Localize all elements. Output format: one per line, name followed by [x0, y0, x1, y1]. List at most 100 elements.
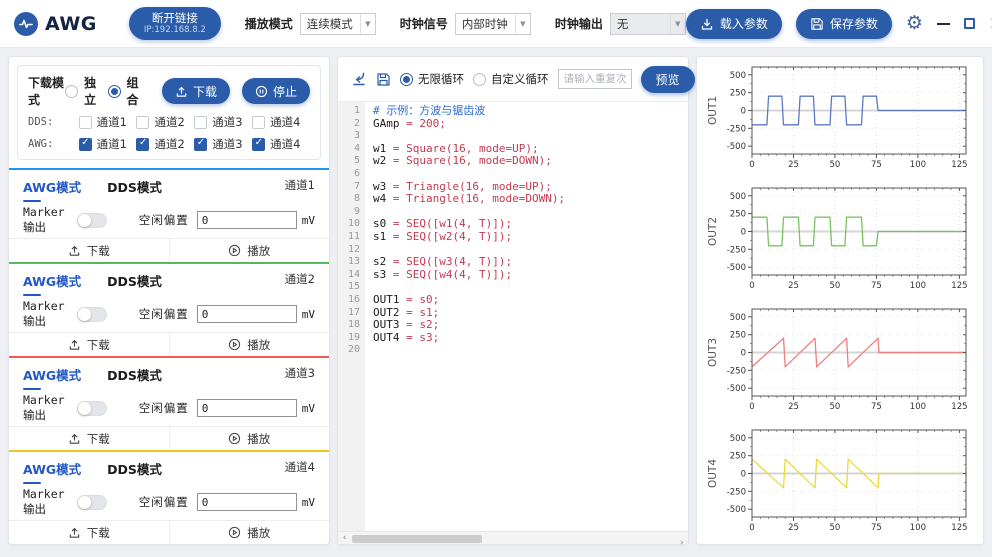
- waveform-plot: 0255075100125-500-2500250500OUT1: [705, 62, 973, 179]
- channel-download-button[interactable]: 下载: [9, 521, 170, 544]
- tab-awg-mode[interactable]: AWG模式: [23, 459, 81, 484]
- disconnect-button[interactable]: 断开链接 IP:192.168.8.2: [129, 7, 221, 41]
- clock-signal-label: 时钟信号: [400, 15, 448, 32]
- tab-dds-mode[interactable]: DDS模式: [107, 271, 162, 290]
- scroll-right-arrow[interactable]: ›: [672, 532, 688, 555]
- load-params-button[interactable]: 载入参数: [686, 9, 782, 39]
- channel-download-label: 下载: [87, 243, 110, 259]
- settings-gear-icon[interactable]: ⚙: [906, 14, 923, 33]
- channel-download-button[interactable]: 下载: [9, 239, 170, 262]
- save-icon: [376, 72, 391, 87]
- marker-output-label: Marker输出: [23, 205, 65, 235]
- channel-download-button[interactable]: 下载: [9, 427, 170, 450]
- dds-channel-4-checkbox[interactable]: 通道4: [252, 114, 310, 130]
- channel-play-button[interactable]: 播放: [170, 239, 330, 262]
- preview-button[interactable]: 预览: [641, 66, 695, 93]
- radio-dot: [65, 85, 78, 98]
- code-editor[interactable]: 1234567891011121314151617181920 # 示例：方波与…: [338, 102, 688, 531]
- scrollbar-thumb[interactable]: [352, 535, 482, 543]
- dds-channel-1-checkbox[interactable]: 通道1: [79, 114, 137, 130]
- tab-awg-mode[interactable]: AWG模式: [23, 271, 81, 296]
- svg-text:OUT2: OUT2: [707, 217, 719, 246]
- stop-button[interactable]: 停止: [242, 78, 310, 104]
- scroll-left-arrow[interactable]: ‹: [338, 532, 351, 545]
- svg-text:-500: -500: [727, 142, 746, 152]
- global-download-button[interactable]: 下载: [162, 78, 230, 104]
- svg-text:75: 75: [871, 402, 882, 412]
- radio-dot: [400, 73, 413, 86]
- channel-download-label: 下载: [87, 431, 110, 447]
- dds-channel-2-checkbox[interactable]: 通道2: [136, 114, 194, 130]
- unit-label: mV: [302, 496, 315, 509]
- unit-label: mV: [302, 214, 315, 227]
- marker-toggle[interactable]: [77, 495, 107, 510]
- marker-toggle[interactable]: [77, 307, 107, 322]
- clock-signal-select[interactable]: 内部时钟 ▼: [455, 13, 531, 35]
- checkbox-label: 通道2: [154, 136, 184, 152]
- channel-panel-3: AWG模式 DDS模式 通道3 Marker输出 空闲偏置 mV 下载 播放: [9, 356, 329, 450]
- custom-loop-label: 自定义循环: [491, 71, 549, 87]
- save-script-button[interactable]: [376, 72, 391, 87]
- awg-channel-2-checkbox[interactable]: 通道2: [136, 136, 194, 152]
- play-mode-label: 播放模式: [245, 15, 293, 32]
- upload-icon: [68, 432, 81, 445]
- repeat-count-input[interactable]: [558, 69, 632, 89]
- window-maximize-button[interactable]: [964, 18, 975, 29]
- tab-dds-mode[interactable]: DDS模式: [107, 177, 162, 196]
- radio-custom-loop[interactable]: 自定义循环: [473, 71, 549, 87]
- waveform-plot: 0255075100125-500-2500250500OUT2: [705, 183, 973, 300]
- radio-dot: [473, 73, 486, 86]
- dds-channel-3-checkbox[interactable]: 通道3: [194, 114, 252, 130]
- clock-output-select[interactable]: 无 ▼: [610, 13, 686, 35]
- channel-play-button[interactable]: 播放: [170, 333, 330, 356]
- app-logo: AWG: [14, 12, 97, 36]
- svg-text:250: 250: [730, 89, 746, 99]
- checkbox-icon: [136, 138, 149, 151]
- checkbox-label: 通道2: [154, 114, 184, 130]
- chevron-down-icon: ▼: [360, 14, 375, 34]
- editor-code[interactable]: # 示例：方波与锯齿波GAmp = 200; w1 = Square(16, m…: [365, 102, 688, 531]
- channel-download-button[interactable]: 下载: [9, 333, 170, 356]
- idle-offset-input[interactable]: [197, 493, 297, 511]
- checkbox-label: 通道1: [97, 136, 127, 152]
- marker-toggle[interactable]: [77, 401, 107, 416]
- channel-control-card: 下载模式 独立 组合 下载 停止 DDS:: [8, 56, 330, 545]
- import-script-button[interactable]: [351, 71, 367, 87]
- idle-offset-input[interactable]: [197, 211, 297, 229]
- channel-play-button[interactable]: 播放: [170, 521, 330, 544]
- play-mode-select[interactable]: 连续模式 ▼: [300, 13, 376, 35]
- svg-text:100: 100: [910, 281, 926, 291]
- svg-text:0: 0: [749, 402, 754, 412]
- svg-text:50: 50: [829, 281, 840, 291]
- awg-channel-1-checkbox[interactable]: 通道1: [79, 136, 137, 152]
- horizontal-scrollbar[interactable]: ‹ ›: [338, 531, 688, 544]
- stop-label: 停止: [273, 83, 297, 100]
- radio-combined[interactable]: 组合: [108, 74, 150, 108]
- awg-channel-4-checkbox[interactable]: 通道4: [252, 136, 310, 152]
- svg-text:0: 0: [741, 107, 746, 117]
- svg-text:-250: -250: [727, 245, 746, 255]
- tab-dds-mode[interactable]: DDS模式: [107, 365, 162, 384]
- radio-independent[interactable]: 独立: [65, 74, 107, 108]
- marker-output-label: Marker输出: [23, 487, 65, 517]
- tab-awg-mode[interactable]: AWG模式: [23, 177, 81, 202]
- awg-channel-3-checkbox[interactable]: 通道3: [194, 136, 252, 152]
- idle-offset-input[interactable]: [197, 305, 297, 323]
- checkbox-icon: [252, 138, 265, 151]
- script-editor-card: 无限循环 自定义循环 预览 12345678910111213141516171…: [337, 56, 689, 545]
- window-minimize-button[interactable]: [937, 23, 950, 25]
- checkbox-label: 通道4: [270, 136, 300, 152]
- svg-text:100: 100: [910, 160, 926, 170]
- idle-offset-input[interactable]: [197, 399, 297, 417]
- tab-awg-mode[interactable]: AWG模式: [23, 365, 81, 390]
- svg-text:250: 250: [730, 452, 746, 462]
- marker-toggle[interactable]: [77, 213, 107, 228]
- play-icon: [228, 338, 241, 351]
- channel-play-button[interactable]: 播放: [170, 427, 330, 450]
- channel-play-label: 播放: [247, 431, 270, 447]
- save-params-button[interactable]: 保存参数: [796, 9, 892, 39]
- radio-infinite-loop[interactable]: 无限循环: [400, 71, 464, 87]
- channel-panel-4: AWG模式 DDS模式 通道4 Marker输出 空闲偏置 mV 下载 播放: [9, 450, 329, 544]
- svg-text:0: 0: [741, 349, 746, 359]
- tab-dds-mode[interactable]: DDS模式: [107, 459, 162, 478]
